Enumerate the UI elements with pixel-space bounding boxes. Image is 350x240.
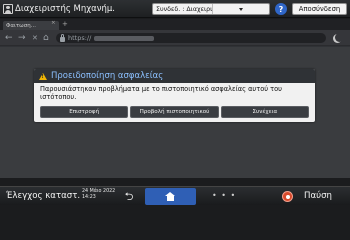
admin-label: Διαχειριστής Μηχανήμ. — [15, 4, 116, 14]
home-icon — [165, 192, 176, 201]
warning-icon — [39, 72, 47, 80]
tab-title: Φαιτωση... — [6, 22, 36, 29]
help-button[interactable]: ? — [275, 3, 287, 15]
user-icon — [3, 4, 13, 14]
login-user-text: Συνδεδ. : Διαχειριστής Μηχαν. — [156, 5, 212, 13]
admin-indicator: Διαχειριστής Μηχανήμ. — [3, 3, 115, 15]
dialog-header: Προειδοποίηση ασφαλείας — [34, 69, 315, 83]
date-time: 24 Μάιο 2022 14:23 — [82, 189, 115, 201]
url-text: https:// — [68, 34, 92, 42]
more-options-icon[interactable]: • • • — [212, 191, 236, 200]
continue-button[interactable]: Συνέχεια — [220, 106, 309, 118]
tab-close-icon[interactable]: × — [51, 20, 56, 26]
dialog-message: Παρουσιάστηκαν προβλήματα με το πιστοποι… — [40, 85, 282, 101]
lock-icon — [60, 33, 65, 42]
url-input[interactable]: https:// — [56, 33, 326, 43]
home-icon[interactable]: ⌂ — [43, 33, 49, 43]
check-status-button[interactable]: Έλεγχος καταστ. — [6, 191, 80, 201]
back-arrow-icon[interactable]: ← — [5, 33, 13, 43]
dark-mode-icon[interactable] — [335, 33, 344, 42]
stop-loading-icon[interactable]: ✕ — [32, 33, 38, 43]
dialog-buttons: Επιστροφή Προβολή πιστοποιητικού Συνέχει… — [40, 106, 309, 118]
back-icon: ⮌ — [124, 190, 134, 203]
forward-arrow-icon[interactable]: → — [18, 33, 26, 43]
new-tab-button[interactable]: + — [62, 20, 68, 28]
time-text: 14:23 — [82, 195, 96, 200]
top-bar: Διαχειριστής Μηχανήμ. Συνδεδ. : Διαχειρι… — [0, 0, 350, 18]
url-redacted — [94, 35, 155, 41]
dialog-title: Προειδοποίηση ασφαλείας — [51, 71, 164, 81]
address-bar: ← → ✕ ⌂ https:// — [0, 30, 350, 46]
home-button[interactable] — [145, 188, 196, 205]
stop-icon — [282, 191, 293, 202]
go-back-button[interactable]: Επιστροφή — [40, 106, 129, 118]
view-certificate-button[interactable]: Προβολή πιστοποιητικού — [130, 106, 219, 118]
security-warning-dialog: Προειδοποίηση ασφαλείας Παρουσιάστηκαν π… — [34, 69, 315, 122]
pause-label: Παύση — [304, 191, 332, 201]
chevron-down-icon — [212, 4, 269, 14]
login-user-dropdown[interactable]: Συνδεδ. : Διαχειριστής Μηχαν. — [152, 3, 270, 15]
tab-strip: Φαιτωση... × + — [0, 19, 350, 30]
back-button[interactable]: ⮌ — [113, 189, 145, 204]
logout-button[interactable]: Αποσύνδεση — [292, 3, 347, 15]
bottom-bar: Έλεγχος καταστ. 24 Μάιο 2022 14:23 ⮌ • •… — [0, 186, 350, 205]
